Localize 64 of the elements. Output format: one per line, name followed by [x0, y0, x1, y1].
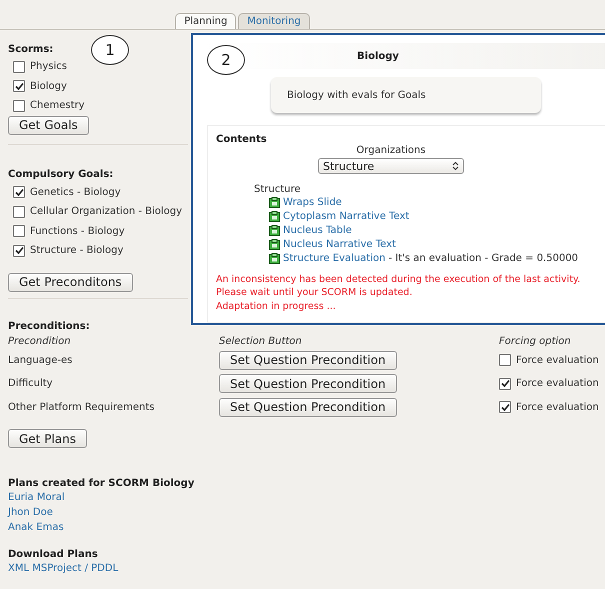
content-link[interactable]: Cytoplasm Narrative Text — [283, 210, 410, 222]
section-title: Preconditions: — [8, 320, 90, 332]
checkbox[interactable] — [13, 80, 25, 92]
checkbox-label: Genetics - Biology — [30, 186, 121, 198]
content-link[interactable]: Nucleus Table — [283, 224, 352, 236]
content-link[interactable]: Nucleus Narrative Text — [283, 239, 396, 250]
section-title: Scorms: — [8, 44, 54, 55]
checkbox-label: Chemestry — [30, 100, 85, 112]
checkbox-label: Cellular Organization - Biology — [30, 206, 182, 218]
document-icon — [269, 224, 280, 236]
precondition-name: Difficulty — [8, 378, 54, 390]
checkbox[interactable] — [13, 100, 25, 112]
plan-link[interactable]: Euria Moral — [8, 492, 597, 507]
column-header: Forcing option — [499, 336, 572, 346]
section-title: Compulsory Goals: — [8, 168, 114, 180]
checkbox[interactable] — [13, 225, 25, 238]
error-message: Please wait until your SCORM is updated. — [216, 287, 414, 300]
checkbox[interactable] — [13, 186, 25, 198]
document-icon — [269, 196, 280, 208]
contents-title: Contents — [216, 134, 267, 145]
tree-label: Structure — [254, 184, 301, 195]
checkbox[interactable] — [499, 378, 511, 390]
precondition-name: Language-es — [8, 354, 74, 366]
document-icon — [269, 210, 280, 222]
content-link[interactable]: Structure Evaluation — [283, 253, 386, 264]
description-text: Biology with evals for Goals — [287, 90, 426, 100]
section-title: Download Plans — [8, 549, 98, 560]
organization-select[interactable]: Structure — [318, 158, 464, 174]
checkbox-label: Physics — [30, 61, 67, 72]
checkbox-label: Force evaluation — [516, 402, 599, 413]
plan-link[interactable]: Jhon Doe — [8, 507, 597, 522]
plan-link[interactable]: Anak Emas — [8, 522, 597, 537]
set-precondition-button[interactable]: Set Question Precondition — [219, 350, 397, 370]
organizations-label: Organizations — [356, 145, 426, 156]
error-message: An inconsistency has been detected during the execution of the last activity. — [216, 274, 582, 287]
error-message: Adaptation in progress ... — [216, 300, 337, 314]
download-link[interactable]: XML MSProject / PDDL — [8, 563, 597, 578]
document-icon — [269, 253, 280, 264]
column-header: Selection Button — [219, 336, 303, 346]
checkbox[interactable] — [13, 244, 25, 257]
set-precondition-button[interactable]: Set Question Precondition — [219, 398, 397, 416]
set-precondition-button[interactable]: Set Question Precondition — [219, 374, 397, 393]
checkbox-label: Structure - Biology — [30, 245, 124, 256]
checkbox[interactable] — [499, 354, 511, 366]
updown-icon — [452, 161, 459, 171]
checkbox[interactable] — [13, 60, 25, 73]
content-link[interactable]: Wraps Slide — [283, 196, 342, 208]
get-plans-button[interactable]: Get Plans — [8, 429, 87, 448]
checkbox-label: Force evaluation — [516, 378, 599, 390]
checkbox[interactable] — [13, 206, 25, 218]
section-title: Plans created for SCORM Biology — [8, 478, 194, 489]
callout-number: 1 — [91, 35, 129, 65]
document-icon — [269, 239, 280, 250]
tab[interactable]: Monitoring — [238, 13, 310, 29]
get-goals-button[interactable]: Get Goals — [8, 116, 89, 134]
checkbox-label: Biology — [30, 80, 67, 92]
get-preconditions-button[interactable]: Get Preconditons — [8, 272, 133, 292]
checkbox[interactable] — [499, 401, 511, 414]
precondition-name: Other Platform Requirements — [8, 402, 156, 413]
grade-note: - It's an evaluation - Grade = 0.50000 — [388, 253, 578, 264]
checkbox-label: Functions - Biology — [30, 226, 125, 237]
checkbox-label: Force evaluation — [516, 354, 599, 366]
column-header: Precondition — [8, 336, 72, 346]
tab[interactable]: Planning — [175, 13, 236, 29]
